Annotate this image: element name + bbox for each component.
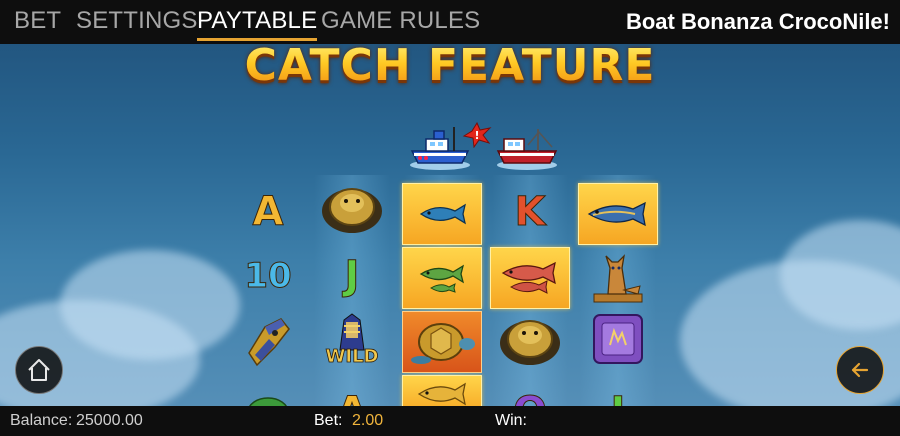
feature-title: CATCH FEATURE — [0, 40, 900, 91]
symbol-letter: K — [514, 189, 546, 236]
scarab-icon — [322, 188, 382, 233]
reel-symbol-highlighted — [578, 183, 658, 245]
tab-bet[interactable]: BET — [14, 0, 61, 44]
bet-label: Bet: — [314, 412, 343, 429]
symbol-letter: 10 — [244, 256, 292, 297]
tab-paytable[interactable]: PAYTABLE — [197, 0, 318, 44]
reel-column-1: A 10 — [228, 175, 308, 424]
golden-mask-icon — [248, 318, 290, 367]
fish-icon — [419, 264, 465, 293]
turtle-icon — [411, 323, 475, 364]
reel-column-3 — [402, 175, 482, 415]
arrow-left-icon — [851, 362, 869, 378]
game-title: Boat Bonanza CrocoNile! — [625, 9, 890, 34]
reel-symbol — [312, 177, 392, 239]
reel-column-4: K Q — [490, 175, 570, 436]
top-nav-bar: BET SETTINGS PAYTABLE GAME RULES Boat Bo… — [0, 0, 900, 44]
reel-symbol: K — [490, 181, 570, 243]
home-button[interactable] — [15, 346, 63, 394]
balance-label: Balance: — [10, 412, 73, 429]
status-bar: Balance: 25000.00 Bet: 2.00 Win: — [0, 406, 900, 436]
alert-badge-icon: ! — [462, 122, 492, 148]
symbol-letter: J — [344, 253, 360, 300]
back-button[interactable] — [836, 346, 884, 394]
fish-icon — [417, 382, 466, 406]
reel-symbol: 10 — [228, 245, 308, 307]
cloud — [60, 250, 240, 360]
reel-symbol: J — [312, 245, 392, 307]
reel-symbol — [228, 309, 308, 371]
scarab-icon — [500, 320, 560, 365]
symbol-letter: A — [252, 189, 284, 236]
reel-symbol — [490, 309, 570, 371]
reel-column-2: J WILD A — [312, 175, 392, 436]
reel-symbol-highlighted — [490, 247, 570, 309]
balance-value: 25000.00 — [76, 412, 143, 429]
fish-icon — [501, 261, 556, 294]
fish-icon — [419, 203, 466, 225]
reel-symbol-highlighted — [402, 247, 482, 309]
fish-icon — [587, 201, 646, 227]
red-fishing-boat-icon — [496, 129, 558, 170]
svg-text:!: ! — [474, 129, 479, 142]
cat-statue-icon — [593, 254, 643, 303]
win-label: Win: — [495, 412, 527, 429]
bet-value: 2.00 — [352, 412, 384, 429]
reel-symbol: A — [228, 181, 308, 243]
reel-symbol-highlighted — [402, 183, 482, 245]
wild-symbol: WILD — [312, 305, 392, 373]
reel-symbol-highlighted — [402, 311, 482, 373]
reel-symbol — [578, 245, 658, 307]
reel-symbol — [578, 309, 658, 371]
tab-settings[interactable]: SETTINGS — [76, 0, 198, 44]
tab-game-rules[interactable]: GAME RULES — [321, 0, 480, 44]
tablet-icon — [593, 314, 643, 364]
home-icon — [28, 359, 50, 381]
wild-label: WILD — [325, 345, 379, 367]
reel-column-5: J — [578, 175, 658, 436]
